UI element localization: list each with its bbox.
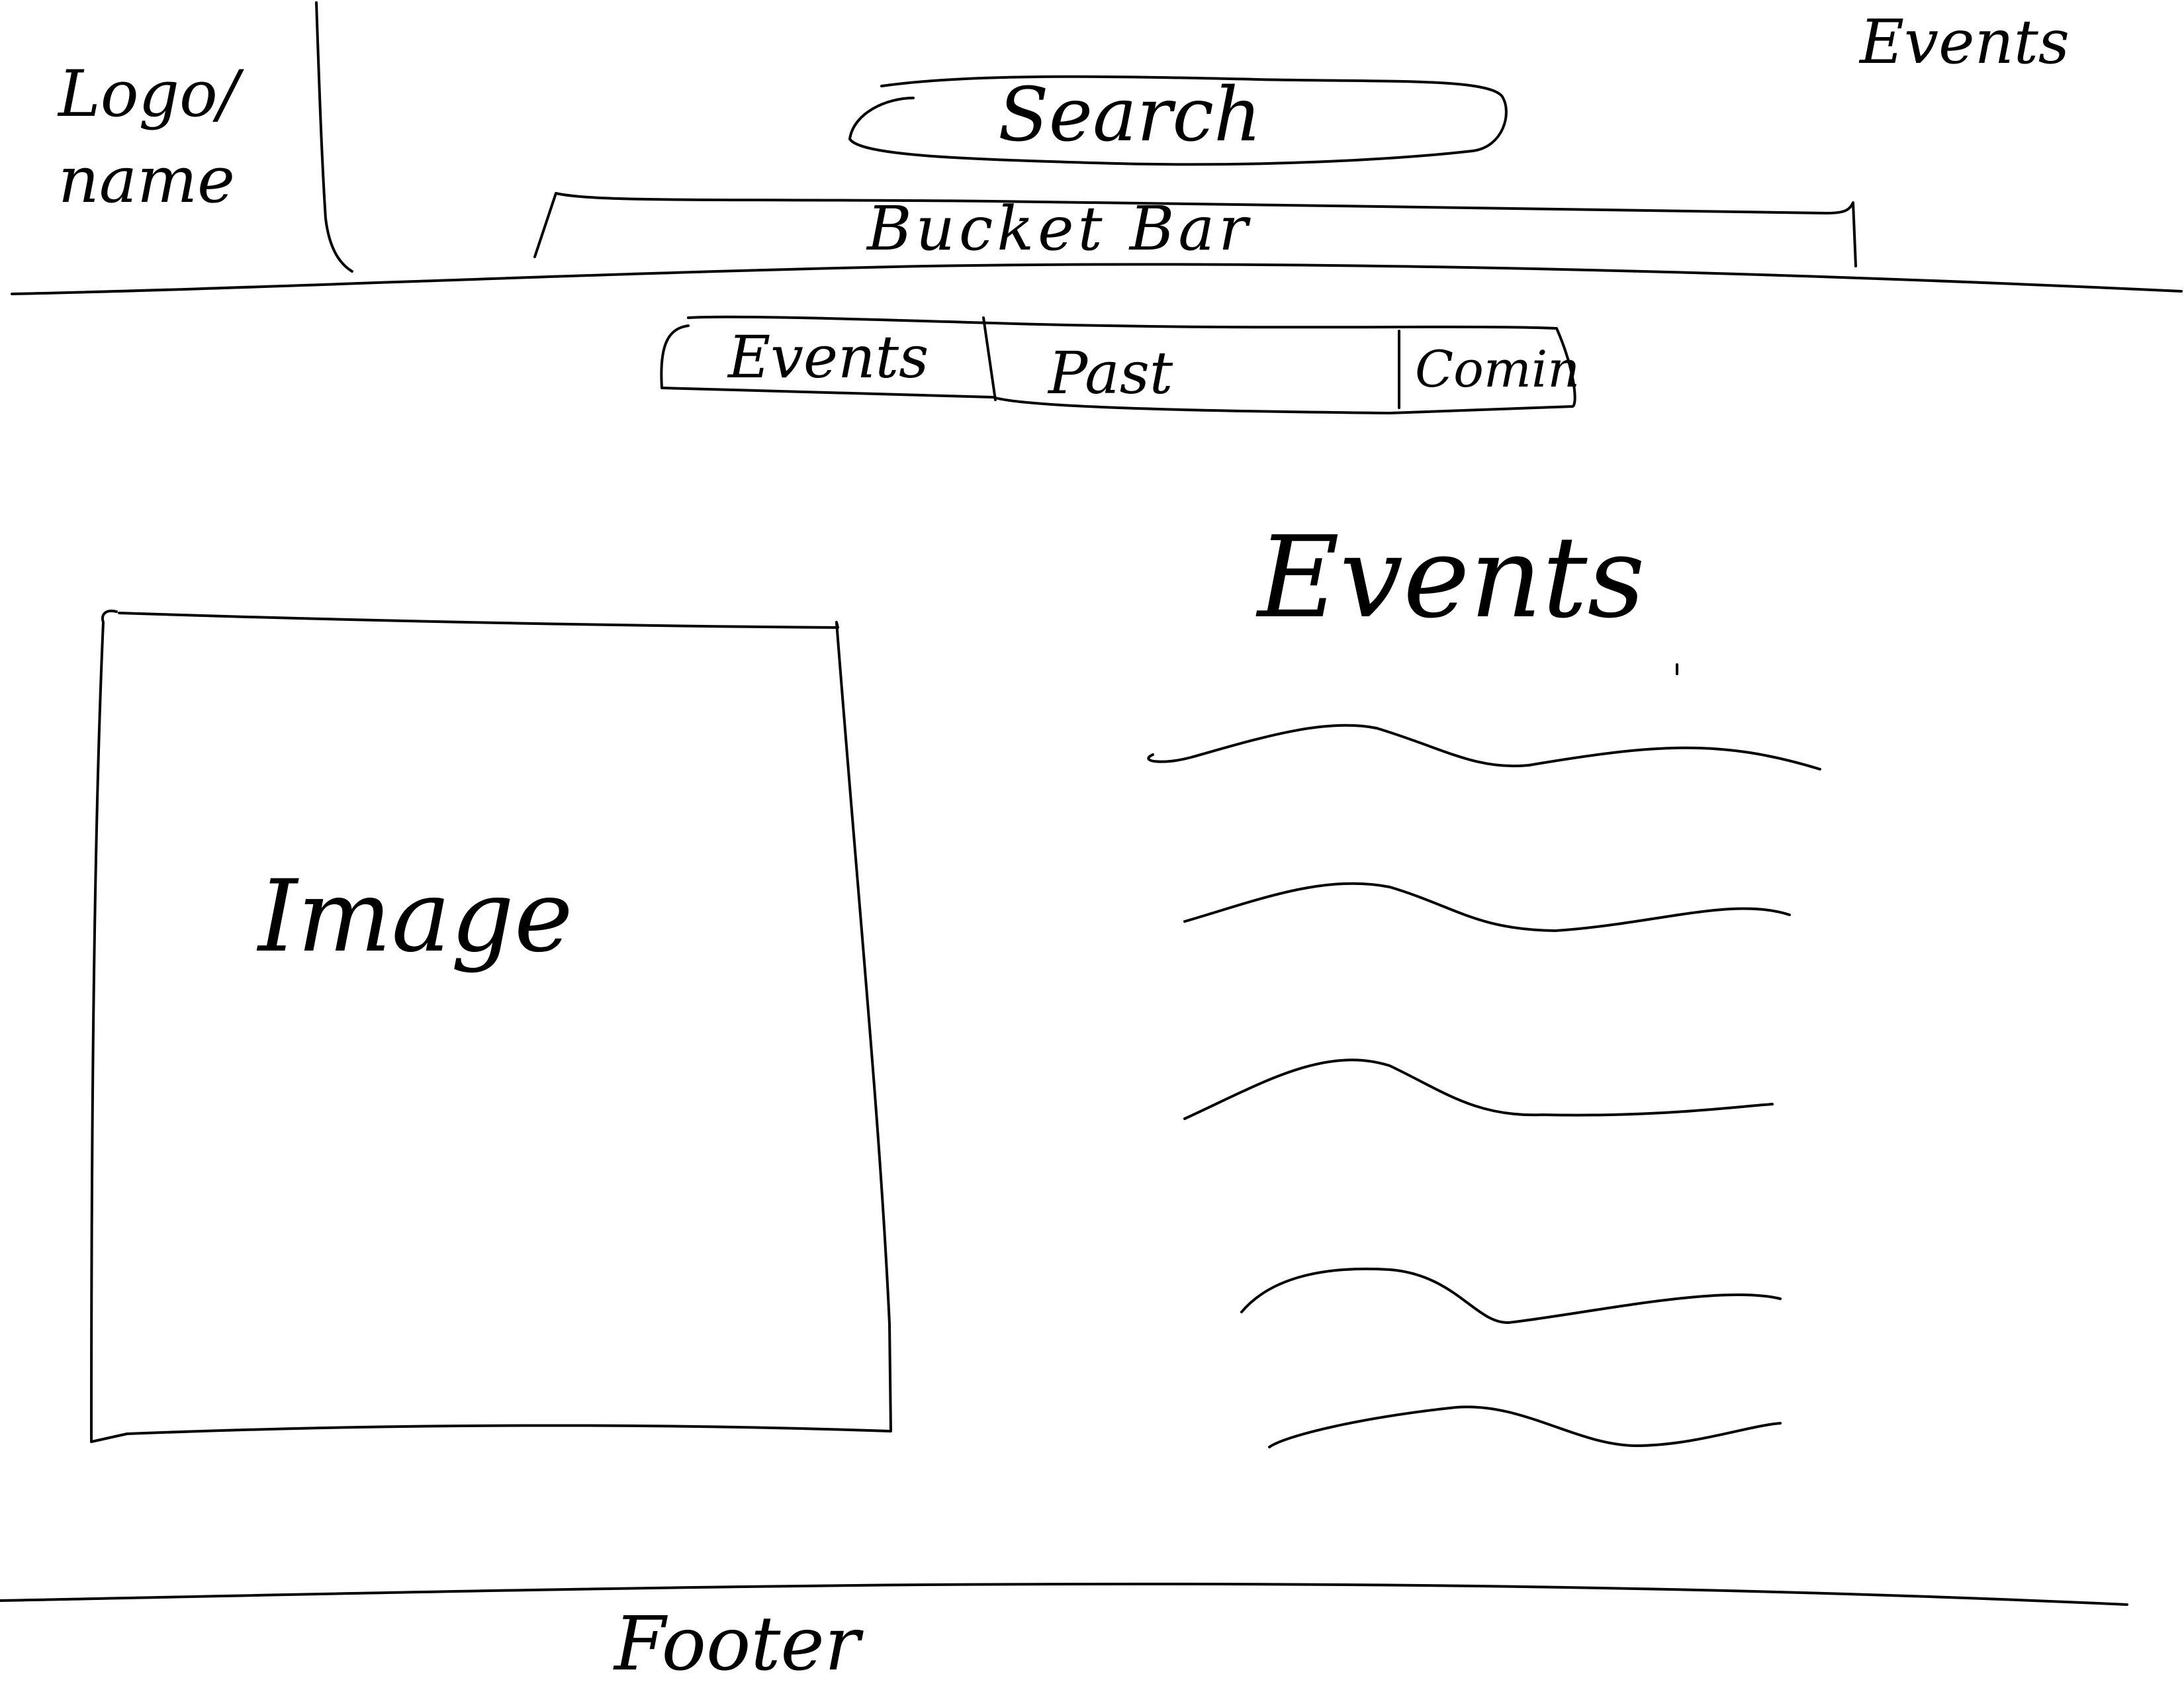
- footer-rule: [0, 1582, 2128, 1606]
- nav-link-events[interactable]: Events: [1860, 12, 2070, 73]
- tab-past[interactable]: Past: [1048, 344, 1173, 402]
- event-line-5: [1268, 1405, 1782, 1448]
- event-line-4: [1240, 1267, 1782, 1325]
- tab-coming[interactable]: Comin: [1415, 344, 1580, 395]
- logo-name[interactable]: Logo/ name: [58, 52, 277, 223]
- events-heading: Events: [1257, 512, 1645, 643]
- event-line-3: [1183, 1058, 1774, 1120]
- header-rule: [11, 263, 2183, 295]
- event-line-2: [1183, 882, 1791, 932]
- events-tab-divider-1: [982, 316, 997, 401]
- bucket-bar[interactable]: Bucket Bar: [867, 199, 1251, 259]
- footer: Footer: [614, 1601, 860, 1687]
- logo-divider: [315, 1, 353, 273]
- search-bar[interactable]: Search: [998, 78, 1261, 152]
- image-placeholder: Image: [258, 859, 573, 974]
- event-line-1: [1147, 724, 1821, 771]
- image-frame: [90, 610, 892, 1443]
- tab-events[interactable]: Events: [728, 328, 929, 387]
